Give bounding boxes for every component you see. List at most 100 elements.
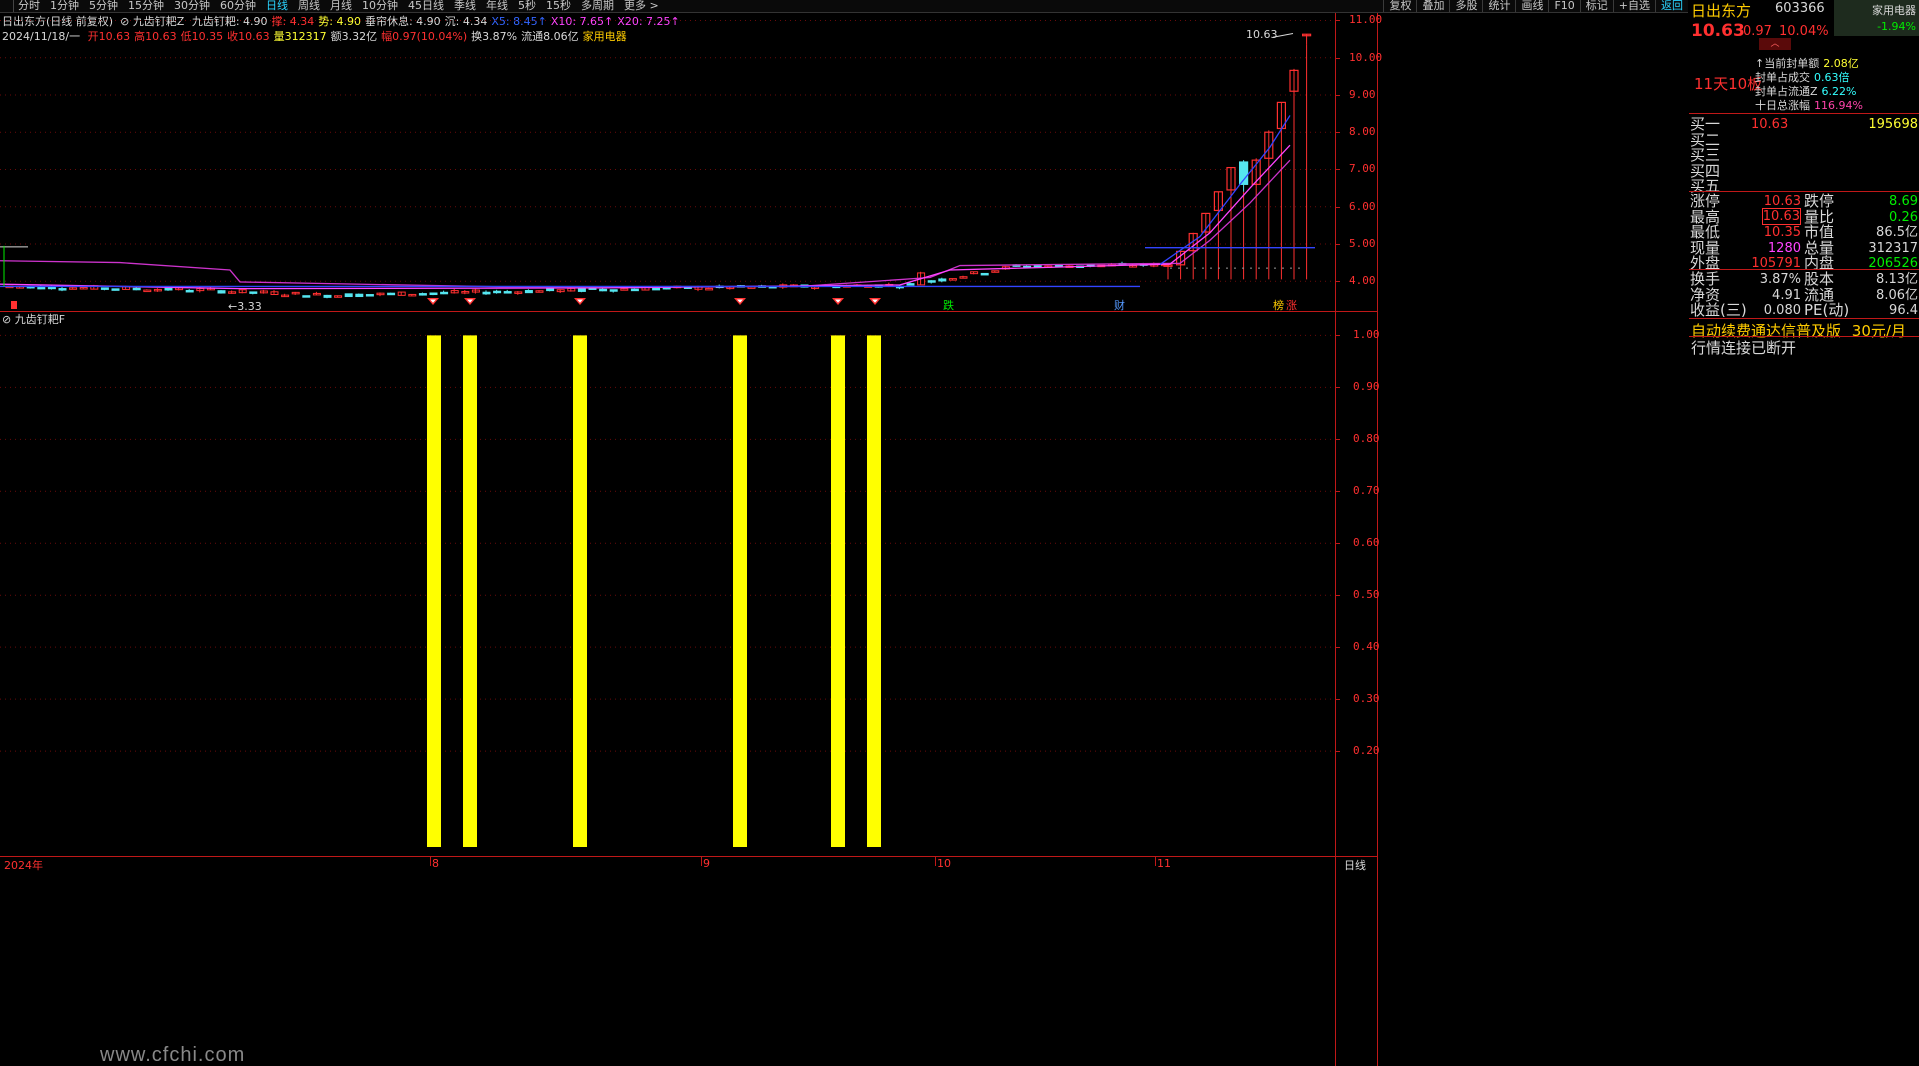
candle-body <box>440 291 449 295</box>
tick-mark <box>1336 206 1340 208</box>
date-tick-label: 10 <box>937 857 951 870</box>
signal-tick-label: 0.30 <box>1353 692 1380 706</box>
candle-body <box>482 291 491 295</box>
seal-row: 十日总涨幅 116.94% <box>1755 97 1863 113</box>
date-tick-label: 2024年 <box>4 859 43 872</box>
candle-body <box>927 280 936 283</box>
toolbar-button[interactable]: 多股 <box>1449 0 1482 12</box>
price-tick-label: 11.00 <box>1349 13 1383 27</box>
period-label[interactable]: 日线 <box>1344 857 1366 873</box>
candle-body <box>429 292 438 296</box>
candle-body <box>503 291 512 294</box>
event-flag-die: 跌 <box>943 298 954 311</box>
candle-body <box>980 272 989 276</box>
tick-mark <box>1336 439 1340 441</box>
period-tab[interactable]: 30分钟 <box>170 0 216 12</box>
menu-toggle[interactable] <box>0 0 14 12</box>
seal-label: 十日总涨幅 <box>1755 99 1810 112</box>
candle-body <box>132 287 141 291</box>
toolbar-button[interactable]: 标记 <box>1579 0 1613 12</box>
candle-body <box>599 288 608 292</box>
toolbar-button[interactable]: 返回 <box>1655 0 1688 12</box>
toolbar-button[interactable]: 画线 <box>1515 0 1548 12</box>
period-tab[interactable]: 年线 <box>482 0 514 12</box>
price-change-pct: 10.04% <box>1779 24 1829 39</box>
signal-tick-label: 1.00 <box>1353 328 1380 342</box>
candle-body <box>906 283 915 286</box>
tick-mark <box>1336 387 1340 389</box>
price-tick-label: 5.00 <box>1349 236 1376 250</box>
period-tab[interactable]: 季线 <box>450 0 482 12</box>
toolbar-button[interactable]: 统计 <box>1482 0 1515 12</box>
candle-body <box>217 290 226 294</box>
candle-body <box>524 290 533 294</box>
candle-body <box>620 288 629 291</box>
period-tab[interactable]: 日线 <box>262 0 294 12</box>
candle-body <box>1238 161 1249 185</box>
expand-chevron-icon[interactable]: ︿ <box>1759 38 1791 50</box>
candle-body <box>1033 265 1042 268</box>
date-tick-label: 11 <box>1157 857 1171 870</box>
signal-chart[interactable] <box>0 325 1335 855</box>
signal-bar <box>573 335 587 847</box>
tick-mark <box>1336 595 1340 597</box>
period-tab[interactable]: 60分钟 <box>216 0 262 12</box>
signal-bar <box>831 335 845 847</box>
candle-body <box>365 294 374 297</box>
period-tab[interactable]: 多周期 <box>577 0 620 12</box>
candle-body <box>111 288 120 291</box>
period-tab[interactable]: 5分钟 <box>85 0 124 12</box>
period-tab[interactable]: 月线 <box>326 0 358 12</box>
date-tick-label: 9 <box>703 857 710 870</box>
toolbar-buttons: 复权 叠加 多股 统计 画线 F10 标记 +自选 返回 <box>1383 0 1688 12</box>
date-tick <box>430 857 431 866</box>
signal-bar <box>427 335 441 847</box>
date-tick-label: 8 <box>432 857 439 870</box>
period-tab[interactable]: 15秒 <box>542 0 577 12</box>
period-tab[interactable]: 10分钟 <box>358 0 404 12</box>
toolbar-button[interactable]: 叠加 <box>1416 0 1449 12</box>
period-tab[interactable]: 周线 <box>294 0 326 12</box>
candle-body <box>609 289 618 292</box>
sector-box[interactable]: 家用电器 -1.94% <box>1834 0 1919 36</box>
period-tab[interactable]: 5秒 <box>514 0 542 12</box>
candle-body <box>546 288 555 292</box>
date-tick <box>701 857 702 866</box>
period-tab[interactable]: 15分钟 <box>124 0 170 12</box>
period-tab[interactable]: 分时 <box>14 0 46 12</box>
connection-status: 行情连接已断开 <box>1691 339 1797 357</box>
event-flag-cai: 财 <box>1114 298 1125 311</box>
price-tick-label: 6.00 <box>1349 199 1376 213</box>
price-tick-label: 8.00 <box>1349 125 1376 139</box>
candle-body <box>185 289 194 293</box>
signal-tick-label: 0.40 <box>1353 640 1380 654</box>
period-tab[interactable]: 1分钟 <box>46 0 85 12</box>
period-tab[interactable]: 更多 > <box>620 0 665 12</box>
tick-mark <box>1336 57 1340 59</box>
price-axis-border <box>1335 13 1336 1066</box>
price-chart[interactable]: 10.63 ←3.33 跌 财 榜涨 <box>0 13 1335 311</box>
last-price: 10.63 <box>1691 21 1745 41</box>
toolbar-button[interactable]: +自选 <box>1612 0 1655 12</box>
date-tick <box>935 857 936 866</box>
period-tab[interactable]: 45日线 <box>404 0 450 12</box>
tick-mark <box>1336 543 1340 545</box>
event-flag-zhang: 涨 <box>1286 299 1297 311</box>
toolbar-button[interactable]: 复权 <box>1383 0 1416 12</box>
stock-code: 603366 <box>1775 1 1825 16</box>
price-tick-label: 10.00 <box>1349 50 1383 64</box>
low-price-label: ←3.33 <box>228 300 262 311</box>
watermark: www.cfchi.com <box>100 1044 246 1066</box>
signal-tick-label: 0.80 <box>1353 432 1380 446</box>
candle-body <box>938 278 947 282</box>
tick-mark <box>1336 647 1340 649</box>
toolbar-button[interactable]: F10 <box>1548 0 1579 12</box>
candle-body <box>302 295 311 298</box>
ma-x5-line <box>1159 115 1291 265</box>
left-marker-icon <box>11 301 17 309</box>
candle-body <box>705 287 714 291</box>
tick-mark <box>1336 699 1340 701</box>
ma-x20-line <box>0 159 1291 288</box>
signal-tick-label: 0.50 <box>1353 588 1380 602</box>
tick-mark <box>1336 491 1340 493</box>
